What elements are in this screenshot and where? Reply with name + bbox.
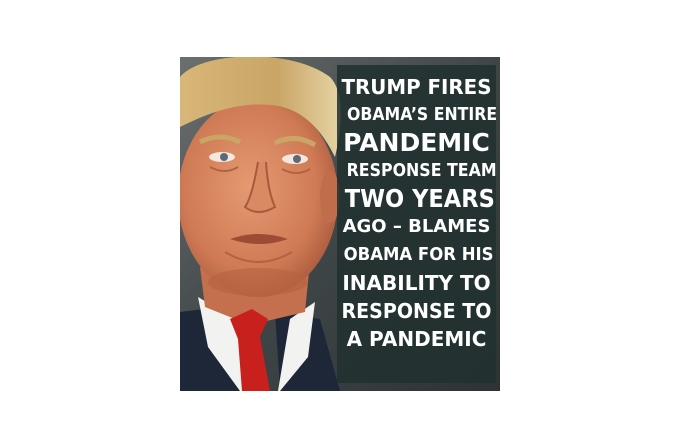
headline-box: TRUMP FIRES OBAMA’S ENTIRE PANDEMIC RESP… [337,65,498,383]
meme-image: TRUMP FIRES OBAMA’S ENTIRE PANDEMIC RESP… [180,57,500,391]
headline-line: PANDEMIC [343,128,490,157]
headline-line: RESPONSE TEAM [346,160,497,181]
headline-line: TRUMP FIRES [341,75,492,99]
headline-line: TWO YEARS [344,184,495,213]
headline-line: A PANDEMIC [346,327,487,351]
headline-text: TRUMP FIRES OBAMA’S ENTIRE PANDEMIC RESP… [337,73,498,353]
headline-line: RESPONSE TO [341,299,492,323]
headline-line: OBAMA’S ENTIRE [347,104,498,125]
headline-line: AGO – BLAMES [342,216,491,237]
headline-line: INABILITY TO [342,271,491,295]
headline-line: OBAMA FOR HIS [343,244,494,265]
